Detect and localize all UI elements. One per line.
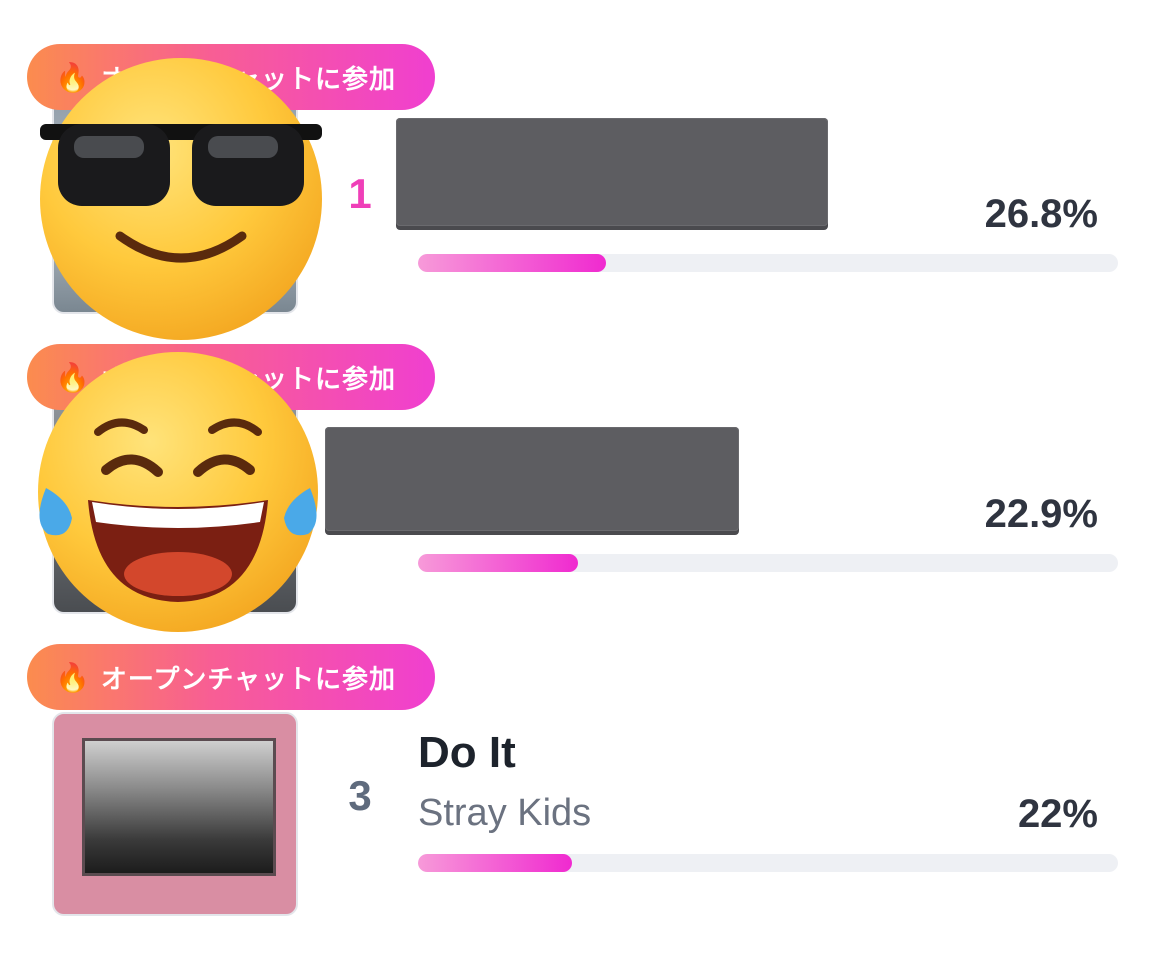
song-title: Do It — [418, 728, 516, 777]
vote-progress-fill — [418, 554, 579, 572]
ranking-entry-3[interactable]: 🔥 オープンチャットに参加 3 Do It Stray Kids 22% — [0, 600, 1170, 916]
artist-name: Stray Kids — [418, 792, 592, 834]
vote-progress-fill — [418, 254, 606, 272]
tears-of-joy-emoji-icon — [38, 352, 318, 632]
fire-icon: 🔥 — [55, 661, 91, 693]
badge-label: オープンチャットに参加 — [100, 663, 397, 694]
vote-progress-bar — [418, 854, 1118, 872]
join-open-chat-button[interactable]: 🔥 オープンチャットに参加 — [27, 644, 435, 710]
album-cover — [52, 712, 298, 916]
redacted-title — [396, 118, 828, 226]
vote-percentage: 26.8% — [984, 192, 1098, 236]
vote-percentage: 22.9% — [984, 492, 1098, 536]
vote-progress-bar — [418, 554, 1118, 572]
sunglasses-emoji-icon — [40, 58, 322, 340]
rank-number: 3 — [348, 772, 372, 819]
redacted-title — [325, 427, 739, 531]
ranking-entry-1[interactable]: 🔥 オープンチャットに参加 1 26.8% — [0, 0, 1170, 340]
ranking-entry-2[interactable]: 🔥 オープンチャットに参加 2 22.9% — [0, 300, 1170, 632]
album-photo — [82, 738, 276, 876]
vote-percentage: 22% — [1017, 792, 1098, 836]
vote-progress-fill — [418, 854, 572, 872]
rank-number: 1 — [348, 170, 372, 217]
vote-progress-bar — [418, 254, 1118, 272]
